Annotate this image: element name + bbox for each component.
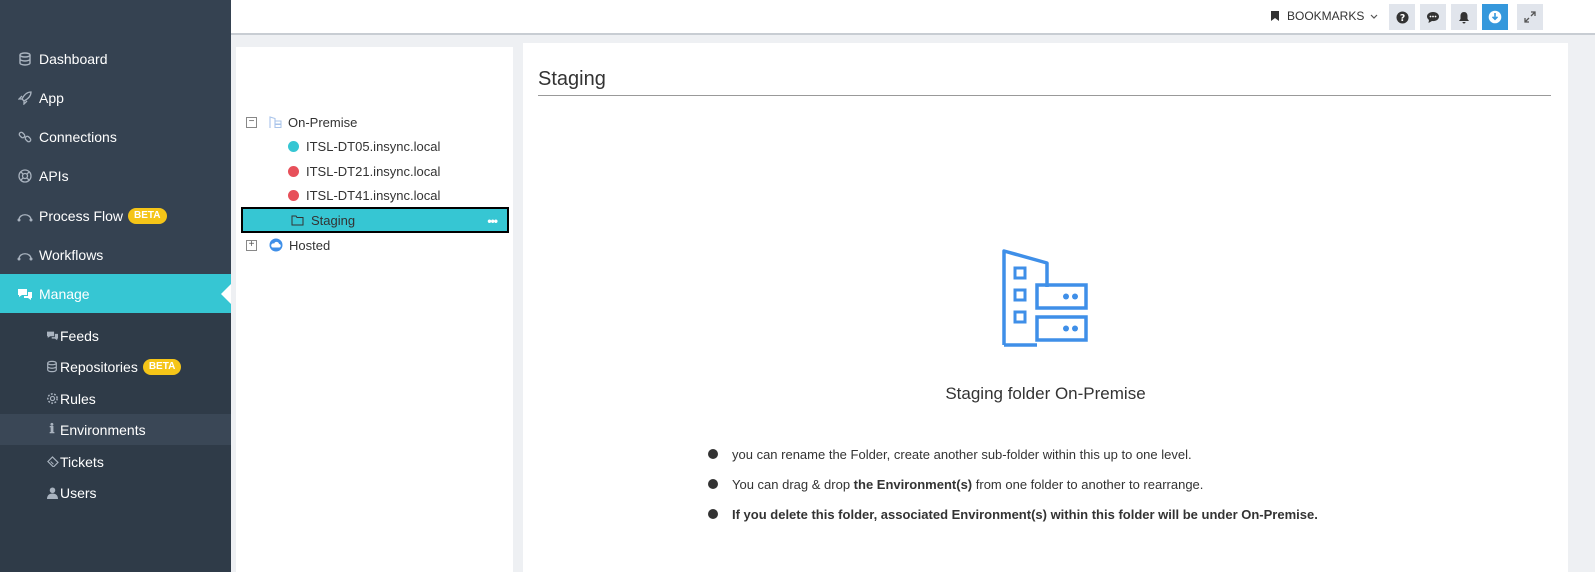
fullscreen-button[interactable] bbox=[1517, 4, 1543, 30]
gear-icon bbox=[45, 392, 59, 405]
lifebuoy-icon bbox=[17, 168, 33, 184]
comments-icon bbox=[45, 330, 59, 341]
tree-node-staging-folder[interactable]: Staging ••• bbox=[241, 207, 509, 233]
sidebar-item-label: App bbox=[39, 89, 64, 106]
folder-icon bbox=[291, 215, 304, 226]
database-icon bbox=[45, 360, 59, 373]
status-dot bbox=[288, 140, 299, 152]
tree-node-environment[interactable]: ITSL-DT05.insync.local bbox=[288, 134, 440, 158]
tree-node-label: Hosted bbox=[289, 237, 331, 253]
building-icon bbox=[269, 115, 282, 129]
notifications-button[interactable] bbox=[1451, 4, 1477, 30]
topbar: BOOKMARKS ? bbox=[231, 0, 1595, 35]
comments-icon bbox=[17, 286, 33, 302]
flow-icon bbox=[17, 247, 33, 263]
sidebar-item-feeds[interactable]: Feeds bbox=[0, 320, 231, 351]
svg-text:?: ? bbox=[1399, 13, 1404, 24]
bullet-text: you can rename the Folder, create anothe… bbox=[732, 446, 1192, 462]
bookmarks-dropdown[interactable]: BOOKMARKS bbox=[1271, 9, 1378, 23]
sidebar-item-label: Process Flow bbox=[39, 207, 124, 224]
sidebar-item-dashboard[interactable]: Dashboard bbox=[0, 39, 231, 78]
chevron-down-icon bbox=[1370, 11, 1378, 21]
tree-node-label: On-Premise bbox=[288, 114, 358, 130]
sidebar-item-label: Users bbox=[60, 484, 97, 501]
tree-node-environment[interactable]: ITSL-DT21.insync.local bbox=[288, 159, 440, 183]
sidebar-item-manage[interactable]: Manage bbox=[0, 274, 231, 313]
beta-badge: BETA bbox=[128, 207, 167, 224]
sidebar-item-repositories[interactable]: Repositories BETA bbox=[0, 351, 231, 382]
sidebar-item-apis[interactable]: APIs bbox=[0, 156, 231, 195]
bookmarks-label: BOOKMARKS bbox=[1287, 9, 1365, 23]
bell-icon bbox=[1459, 11, 1469, 23]
link-icon bbox=[17, 129, 33, 145]
sidebar-item-label: Environments bbox=[60, 421, 146, 438]
tree-node-environment[interactable]: ITSL-DT41.insync.local bbox=[288, 183, 440, 207]
sidebar-item-label: Workflows bbox=[39, 246, 104, 263]
more-options-icon[interactable]: ••• bbox=[487, 214, 498, 228]
sidebar-item-tickets[interactable]: Tickets bbox=[0, 446, 231, 477]
tree-node-label: ITSL-DT05.insync.local bbox=[306, 138, 441, 154]
tree-node-label: Staging bbox=[311, 212, 356, 228]
sidebar-item-label: Repositories bbox=[60, 358, 138, 375]
download-icon bbox=[1488, 10, 1502, 24]
sidebar-item-rules[interactable]: Rules bbox=[0, 383, 231, 414]
page-title: Staging bbox=[538, 68, 606, 90]
database-icon bbox=[17, 51, 33, 67]
folder-subtitle: Staging folder On-Premise bbox=[945, 384, 1146, 403]
info-bullet: You can drag & drop the Environment(s) f… bbox=[708, 469, 1318, 499]
sidebar-item-label: Dashboard bbox=[39, 50, 108, 67]
expand-icon bbox=[1524, 11, 1536, 23]
sidebar-item-process-flow[interactable]: Process Flow BETA bbox=[0, 196, 231, 235]
info-bullet: If you delete this folder, associated En… bbox=[708, 499, 1318, 529]
bookmark-icon bbox=[1271, 11, 1279, 21]
bullet-dot bbox=[708, 479, 718, 489]
collapse-icon[interactable]: − bbox=[246, 116, 257, 128]
sidebar-item-label: Manage bbox=[39, 285, 90, 302]
chat-button[interactable] bbox=[1420, 4, 1446, 30]
status-dot bbox=[288, 165, 299, 177]
info-icon: ℹ bbox=[49, 422, 55, 437]
folder-detail-panel: Staging Staging folder On-Premise you ca… bbox=[523, 43, 1568, 572]
tree-node-label: ITSL-DT41.insync.local bbox=[306, 187, 441, 203]
ticket-icon bbox=[45, 456, 59, 467]
tree-node-on-premise[interactable]: − On-Premise bbox=[246, 110, 357, 134]
rocket-icon bbox=[17, 90, 33, 106]
sidebar-item-app[interactable]: App bbox=[0, 78, 231, 117]
sidebar-item-connections[interactable]: Connections bbox=[0, 117, 231, 156]
sidebar-item-label: Rules bbox=[60, 390, 96, 407]
sidebar-item-environments[interactable]: ℹ Environments bbox=[0, 414, 231, 445]
beta-badge: BETA bbox=[142, 358, 182, 375]
tree-node-label: ITSL-DT21.insync.local bbox=[306, 163, 441, 179]
download-button[interactable] bbox=[1482, 4, 1508, 30]
chat-icon bbox=[1427, 11, 1439, 23]
sidebar: Dashboard App Connections APIs Process F… bbox=[0, 0, 231, 572]
bullet-text: If you delete this folder, associated En… bbox=[732, 506, 1318, 522]
sidebar-item-label: Feeds bbox=[60, 327, 99, 344]
sidebar-item-label: Tickets bbox=[60, 453, 104, 470]
bullet-dot bbox=[708, 509, 718, 519]
user-icon bbox=[45, 487, 59, 499]
sidebar-item-label: Connections bbox=[39, 128, 117, 145]
manage-submenu: Feeds Repositories BETA Rules ℹ Environm… bbox=[0, 313, 231, 572]
info-bullet: you can rename the Folder, create anothe… bbox=[708, 439, 1318, 469]
page-scrollbar[interactable] bbox=[1568, 35, 1595, 572]
expand-icon[interactable]: + bbox=[246, 239, 257, 251]
flow-icon bbox=[17, 208, 33, 224]
bullet-text: You can drag & drop the Environment(s) f… bbox=[732, 476, 1204, 492]
question-icon: ? bbox=[1395, 10, 1409, 24]
cloud-icon bbox=[269, 238, 283, 252]
title-divider bbox=[538, 95, 1551, 96]
status-dot bbox=[288, 189, 299, 201]
sidebar-item-label: APIs bbox=[39, 167, 69, 184]
sidebar-item-workflows[interactable]: Workflows bbox=[0, 235, 231, 274]
bullet-dot bbox=[708, 449, 718, 459]
sidebar-item-users[interactable]: Users bbox=[0, 477, 231, 508]
info-list: you can rename the Folder, create anothe… bbox=[708, 439, 1318, 529]
tree-node-hosted[interactable]: + Hosted bbox=[246, 233, 330, 257]
building-server-icon bbox=[1001, 248, 1091, 353]
help-button[interactable]: ? bbox=[1389, 4, 1415, 30]
